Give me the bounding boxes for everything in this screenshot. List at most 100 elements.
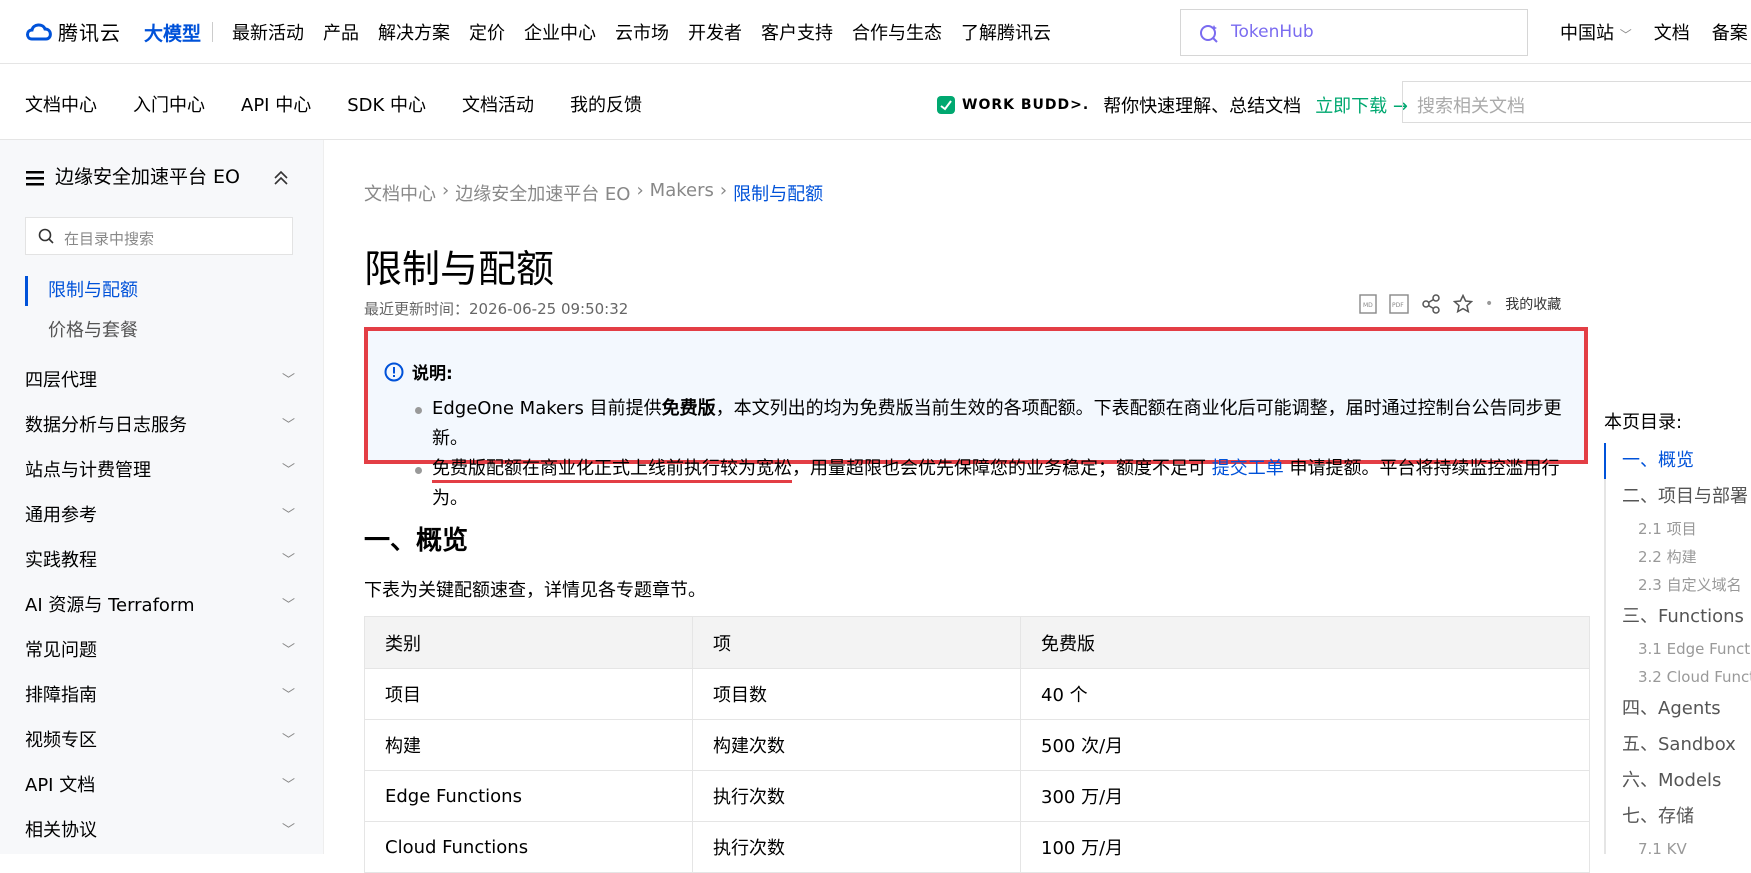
- top-menu-item[interactable]: 云市场: [615, 19, 669, 45]
- logo[interactable]: 腾讯云: [24, 17, 121, 46]
- toc-item[interactable]: 2.3 自定义域名: [1606, 571, 1751, 599]
- chevron-down-icon: ﹀: [281, 463, 295, 478]
- chevron-down-icon: ﹀: [281, 373, 295, 388]
- table-row: 项目 项目数 40 个: [364, 668, 1590, 720]
- top-menu-item[interactable]: 最新活动: [232, 19, 304, 45]
- sidebar-item-label: 实践教程: [25, 549, 97, 571]
- region-selector[interactable]: 中国站 ﹀: [1560, 19, 1632, 45]
- top-menu-item[interactable]: 了解腾讯云: [961, 19, 1051, 45]
- sidebar-item-active[interactable]: 限制与配额: [25, 276, 138, 306]
- sidebar-item[interactable]: 通用参考 ﹀: [25, 491, 295, 536]
- toc-item[interactable]: 五、Sandbox: [1606, 727, 1751, 763]
- chevron-down-icon: ﹀: [281, 688, 295, 703]
- star-icon[interactable]: [1453, 294, 1473, 314]
- top-menu-item[interactable]: 企业中心: [524, 19, 596, 45]
- breadcrumb-link[interactable]: 文档中心: [364, 180, 436, 206]
- sidebar-item-label: 视频专区: [25, 729, 97, 751]
- toc-item[interactable]: 一、概览: [1604, 443, 1751, 479]
- workbuddy-promo[interactable]: WORK BUDD>. 帮你快速理解、总结文档 立即下载 →: [936, 92, 1408, 118]
- svg-text:MD: MD: [1363, 302, 1373, 309]
- pdf-icon[interactable]: PDF: [1389, 294, 1409, 314]
- sidebar-item[interactable]: 站点与计费管理 ﹀: [25, 446, 295, 491]
- divider: [212, 22, 213, 42]
- note-title: 说明:: [412, 364, 453, 384]
- doc-menu-item[interactable]: 我的反馈: [570, 91, 642, 117]
- last-updated: 最近更新时间：2026-06-25 09:50:32: [364, 300, 629, 318]
- share-icon[interactable]: [1421, 294, 1441, 314]
- search-icon: [38, 228, 54, 244]
- workbuddy-logo-icon: [937, 96, 955, 114]
- logo-text: 腾讯云: [58, 21, 121, 45]
- sidebar-item[interactable]: 四层代理 ﹀: [25, 356, 295, 401]
- doc-menu-item[interactable]: API 中心: [241, 91, 311, 117]
- table-header: 项: [692, 616, 1021, 669]
- breadcrumb-separator: ›: [636, 180, 644, 201]
- sidebar-item[interactable]: 实践教程 ﹀: [25, 536, 295, 581]
- sidebar-item-label: 数据分析与日志服务: [25, 414, 187, 436]
- toc-item[interactable]: 2.2 构建: [1606, 543, 1751, 571]
- breadcrumb-separator: ›: [442, 180, 450, 201]
- llm-link[interactable]: 大模型: [144, 19, 201, 46]
- table-cell: 300 万/月: [1020, 770, 1590, 822]
- docs-link[interactable]: 文档: [1654, 19, 1690, 45]
- toc-item[interactable]: 3.1 Edge Functions: [1606, 635, 1751, 663]
- main-content: 文档中心 › 边缘安全加速平台 EO › Makers › 限制与配额 限制与配额 最…: [324, 140, 1604, 873]
- doc-search-input[interactable]: 搜索相关文档: [1402, 81, 1751, 123]
- table-cell: 500 次/月: [1020, 719, 1590, 771]
- sidebar-item[interactable]: 相关协议 ﹀: [25, 806, 295, 851]
- sidebar-item[interactable]: AI 资源与 Terraform ﹀: [25, 581, 295, 626]
- note-text: EdgeOne Makers 目前提供: [432, 398, 662, 419]
- toc-item[interactable]: 四、Agents: [1606, 691, 1751, 727]
- top-menu-item[interactable]: 定价: [469, 19, 505, 45]
- sidebar-item[interactable]: 视频专区 ﹀: [25, 716, 295, 761]
- toc-item[interactable]: 六、Models: [1606, 763, 1751, 799]
- top-menu-item[interactable]: 解决方案: [378, 19, 450, 45]
- sidebar-item[interactable]: 数据分析与日志服务 ﹀: [25, 401, 295, 446]
- table-cell: 项目数: [692, 668, 1021, 720]
- chevron-down-icon: ﹀: [281, 598, 295, 613]
- note-text: ，用量超限也会优先保障您的业务稳定；额度不足可: [792, 458, 1212, 479]
- sidebar-item-label: 相关协议: [25, 819, 97, 841]
- doc-menu-item[interactable]: 入门中心: [133, 91, 205, 117]
- sidebar: 边缘安全加速平台 EO 在目录中搜索 限制与配额 价格与套餐 四层代理 ﹀ 数据分…: [0, 140, 324, 854]
- page-title: 限制与配额: [364, 247, 555, 291]
- cloud-logo-icon: [26, 23, 52, 40]
- breadcrumb-link[interactable]: Makers: [650, 180, 714, 206]
- download-link[interactable]: 立即下载 →: [1315, 92, 1408, 118]
- submit-ticket-link[interactable]: 提交工单: [1212, 458, 1284, 479]
- toc-item[interactable]: 七、存储: [1606, 799, 1751, 835]
- doc-menu-item[interactable]: 文档中心: [25, 91, 97, 117]
- breadcrumb-current[interactable]: 限制与配额: [733, 180, 823, 206]
- top-menu-item[interactable]: 产品: [323, 19, 359, 45]
- favorites-link[interactable]: 我的收藏: [1505, 294, 1561, 314]
- doc-menu-item[interactable]: 文档活动: [462, 91, 534, 117]
- tokenhub-search-input[interactable]: TokenHub: [1180, 9, 1528, 56]
- top-menu-item[interactable]: 开发者: [688, 19, 742, 45]
- section-intro: 下表为关键配额速查，详情见各专题章节。: [364, 580, 706, 601]
- table-cell: 项目: [364, 668, 693, 720]
- sidebar-item-label: 通用参考: [25, 504, 97, 526]
- sidebar-item[interactable]: 排障指南 ﹀: [25, 671, 295, 716]
- sparkle-search-icon: [1200, 25, 1218, 43]
- sidebar-search-input[interactable]: 在目录中搜索: [25, 217, 293, 255]
- markdown-icon[interactable]: MD: [1359, 294, 1377, 314]
- toc-item[interactable]: 7.1 KV: [1606, 835, 1751, 854]
- beian-link[interactable]: 备案: [1712, 19, 1748, 45]
- toc-item[interactable]: 二、项目与部署: [1606, 479, 1751, 515]
- top-menu-item[interactable]: 客户支持: [761, 19, 833, 45]
- collapse-icon[interactable]: [273, 170, 289, 186]
- toc-item[interactable]: 2.1 项目: [1606, 515, 1751, 543]
- toc-item[interactable]: 3.2 Cloud Functions: [1606, 663, 1751, 691]
- breadcrumb-link[interactable]: 边缘安全加速平台 EO: [455, 180, 630, 206]
- doc-menu-item[interactable]: SDK 中心: [347, 91, 426, 117]
- chevron-down-icon: ﹀: [281, 733, 295, 748]
- note-bold: 免费版: [661, 398, 716, 419]
- doc-toolbar: MD PDF • 我的收藏: [1359, 294, 1561, 314]
- sidebar-item-pricing[interactable]: 价格与套餐: [48, 316, 138, 346]
- top-navbar: 腾讯云 大模型 最新活动 产品 解决方案 定价 企业中心 云市场 开发者 客户支…: [0, 0, 1751, 64]
- sidebar-item[interactable]: API 文档 ﹀: [25, 761, 295, 806]
- chevron-down-icon: ﹀: [1619, 28, 1632, 42]
- toc-item[interactable]: 三、Functions: [1606, 599, 1751, 635]
- sidebar-item[interactable]: 常见问题 ﹀: [25, 626, 295, 671]
- top-menu-item[interactable]: 合作与生态: [852, 19, 942, 45]
